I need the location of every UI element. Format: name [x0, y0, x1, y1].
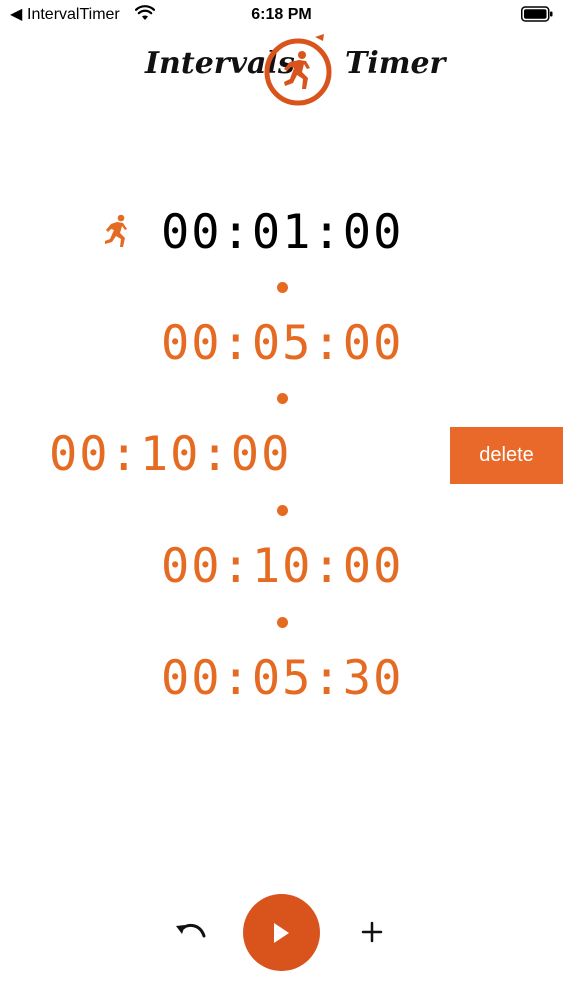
interval-time[interactable]: 00:05:30 [161, 651, 403, 707]
delete-button[interactable]: delete [450, 427, 563, 484]
app-logo: Intervals Timer [0, 20, 563, 106]
interval-separator-dot [277, 617, 288, 628]
interval-time-swiped[interactable]: 00:10:00 [49, 427, 291, 483]
undo-icon[interactable] [172, 916, 210, 950]
interval-time-active[interactable]: 00:01:00 [161, 205, 403, 261]
interval-time[interactable]: 00:10:00 [161, 539, 403, 595]
interval-separator-dot [277, 393, 288, 404]
interval-time[interactable]: 00:05:00 [161, 316, 403, 372]
stopwatch-runner-icon [264, 34, 332, 106]
plus-icon[interactable] [356, 916, 388, 948]
logo-word-timer: Timer [345, 46, 446, 81]
play-button[interactable] [243, 894, 320, 971]
interval-separator-dot [277, 505, 288, 516]
interval-separator-dot [277, 282, 288, 293]
runner-icon [105, 214, 127, 247]
play-icon [274, 923, 289, 943]
